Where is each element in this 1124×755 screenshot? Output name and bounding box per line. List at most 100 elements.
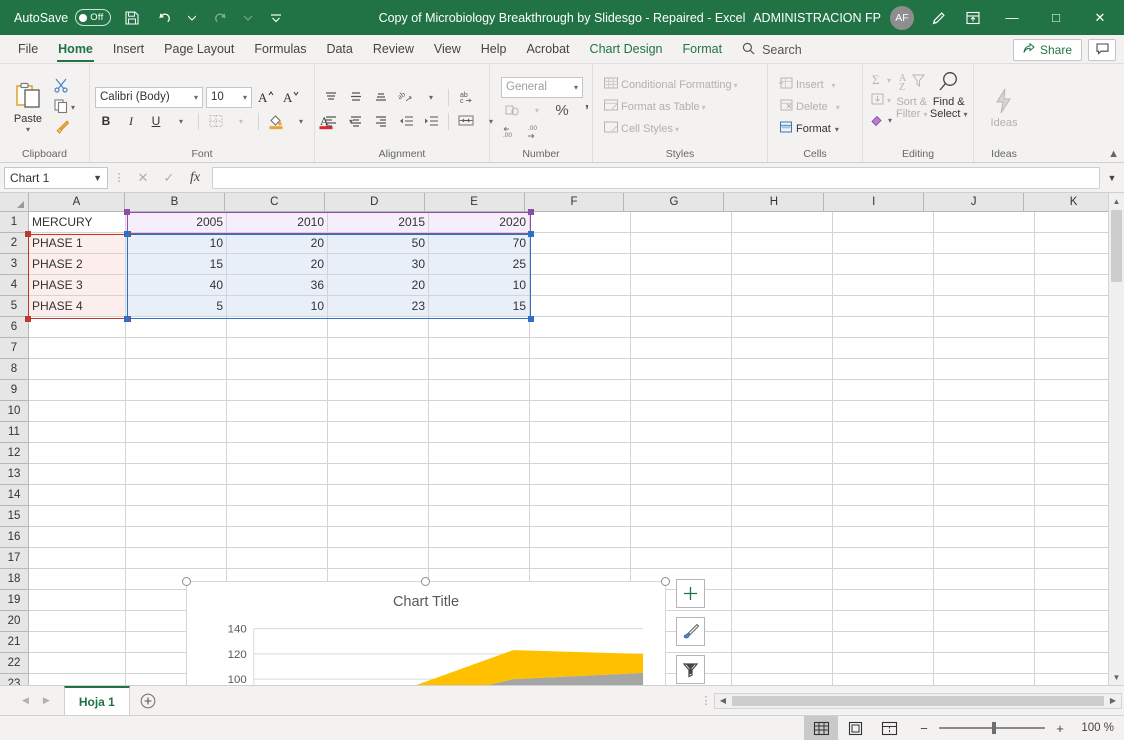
cell-A23[interactable] (29, 674, 126, 685)
cell-J12[interactable] (934, 443, 1035, 464)
increase-indent-button[interactable] (420, 111, 442, 132)
cell-H18[interactable] (732, 569, 833, 590)
column-header-E[interactable]: E (425, 193, 525, 211)
italic-button[interactable]: I (120, 111, 142, 132)
column-header-I[interactable]: I (824, 193, 924, 211)
cell-B11[interactable] (126, 422, 227, 443)
format-cells-button[interactable]: Format ▾ (776, 119, 842, 140)
cell-G13[interactable] (631, 464, 732, 485)
cell-A21[interactable] (29, 632, 126, 653)
cell-C2[interactable]: 20 (227, 233, 328, 254)
cell-C6[interactable] (227, 317, 328, 338)
close-button[interactable]: ✕ (1078, 0, 1122, 35)
cell-C15[interactable] (227, 506, 328, 527)
cell-J20[interactable] (934, 611, 1035, 632)
cell-I16[interactable] (833, 527, 934, 548)
autosave-switch[interactable]: Off (75, 9, 111, 26)
cell-I12[interactable] (833, 443, 934, 464)
cell-D10[interactable] (328, 401, 429, 422)
cell-I23[interactable] (833, 674, 934, 685)
cell-H23[interactable] (732, 674, 833, 685)
cell-H8[interactable] (732, 359, 833, 380)
cell-H13[interactable] (732, 464, 833, 485)
chart-resize-handle-nw[interactable] (182, 577, 191, 586)
cell-G5[interactable] (631, 296, 732, 317)
tab-home[interactable]: Home (48, 36, 103, 63)
cell-C5[interactable]: 10 (227, 296, 328, 317)
tab-file[interactable]: File (8, 36, 48, 63)
cell-C17[interactable] (227, 548, 328, 569)
cell-G8[interactable] (631, 359, 732, 380)
row-header-15[interactable]: 15 (0, 506, 29, 527)
cell-F5[interactable] (530, 296, 631, 317)
cell-A5[interactable]: PHASE 4 (29, 296, 126, 317)
cell-C11[interactable] (227, 422, 328, 443)
cell-B16[interactable] (126, 527, 227, 548)
cell-C8[interactable] (227, 359, 328, 380)
chart-filters-button[interactable] (676, 655, 705, 684)
cell-B10[interactable] (126, 401, 227, 422)
cell-B8[interactable] (126, 359, 227, 380)
cell-D8[interactable] (328, 359, 429, 380)
tab-help[interactable]: Help (471, 36, 517, 63)
tab-page-layout[interactable]: Page Layout (154, 36, 244, 63)
share-button[interactable]: Share (1013, 39, 1082, 61)
cell-J11[interactable] (934, 422, 1035, 443)
row-header-20[interactable]: 20 (0, 611, 29, 632)
cell-F7[interactable] (530, 338, 631, 359)
cell-C9[interactable] (227, 380, 328, 401)
cell-A15[interactable] (29, 506, 126, 527)
row-header-9[interactable]: 9 (0, 380, 29, 401)
row-header-18[interactable]: 18 (0, 569, 29, 590)
avatar[interactable]: AF (890, 6, 914, 30)
cell-I13[interactable] (833, 464, 934, 485)
cell-E1[interactable]: 2020 (429, 212, 530, 233)
maximize-button[interactable]: □ (1034, 0, 1078, 35)
column-header-B[interactable]: B (125, 193, 225, 211)
cell-E7[interactable] (429, 338, 530, 359)
cell-C7[interactable] (227, 338, 328, 359)
cell-F9[interactable] (530, 380, 631, 401)
cell-J3[interactable] (934, 254, 1035, 275)
vertical-scroll-thumb[interactable] (1111, 210, 1122, 282)
cell-I3[interactable] (833, 254, 934, 275)
cell-E12[interactable] (429, 443, 530, 464)
column-header-A[interactable]: A (29, 193, 125, 211)
cell-E14[interactable] (429, 485, 530, 506)
row-header-21[interactable]: 21 (0, 632, 29, 653)
quick-access-customize-icon[interactable] (261, 5, 291, 31)
cell-H12[interactable] (732, 443, 833, 464)
percent-style-button[interactable]: % (551, 100, 573, 121)
cell-I17[interactable] (833, 548, 934, 569)
cell-I9[interactable] (833, 380, 934, 401)
cell-G4[interactable] (631, 275, 732, 296)
cell-A8[interactable] (29, 359, 126, 380)
cell-F10[interactable] (530, 401, 631, 422)
cell-D11[interactable] (328, 422, 429, 443)
font-name-select[interactable]: Calibri (Body) ▾ (95, 87, 203, 108)
cell-H15[interactable] (732, 506, 833, 527)
cell-C1[interactable]: 2010 (227, 212, 328, 233)
row-header-16[interactable]: 16 (0, 527, 29, 548)
cell-H1[interactable] (732, 212, 833, 233)
minimize-button[interactable]: — (990, 0, 1034, 35)
cell-E13[interactable] (429, 464, 530, 485)
cell-D2[interactable]: 50 (328, 233, 429, 254)
tab-insert[interactable]: Insert (103, 36, 154, 63)
paste-button[interactable]: Paste ▾ (5, 80, 51, 134)
cell-A18[interactable] (29, 569, 126, 590)
name-box[interactable]: Chart 1 ▼ (4, 167, 108, 189)
cell-G3[interactable] (631, 254, 732, 275)
horizontal-scrollbar[interactable]: ◀ ▶ (714, 693, 1122, 709)
cell-I22[interactable] (833, 653, 934, 674)
cell-I8[interactable] (833, 359, 934, 380)
column-header-G[interactable]: G (624, 193, 724, 211)
cell-D5[interactable]: 23 (328, 296, 429, 317)
cell-J9[interactable] (934, 380, 1035, 401)
underline-dropdown-icon[interactable]: ▾ (170, 111, 192, 132)
row-header-13[interactable]: 13 (0, 464, 29, 485)
cell-J14[interactable] (934, 485, 1035, 506)
cell-E15[interactable] (429, 506, 530, 527)
cell-I18[interactable] (833, 569, 934, 590)
cell-A3[interactable]: PHASE 2 (29, 254, 126, 275)
